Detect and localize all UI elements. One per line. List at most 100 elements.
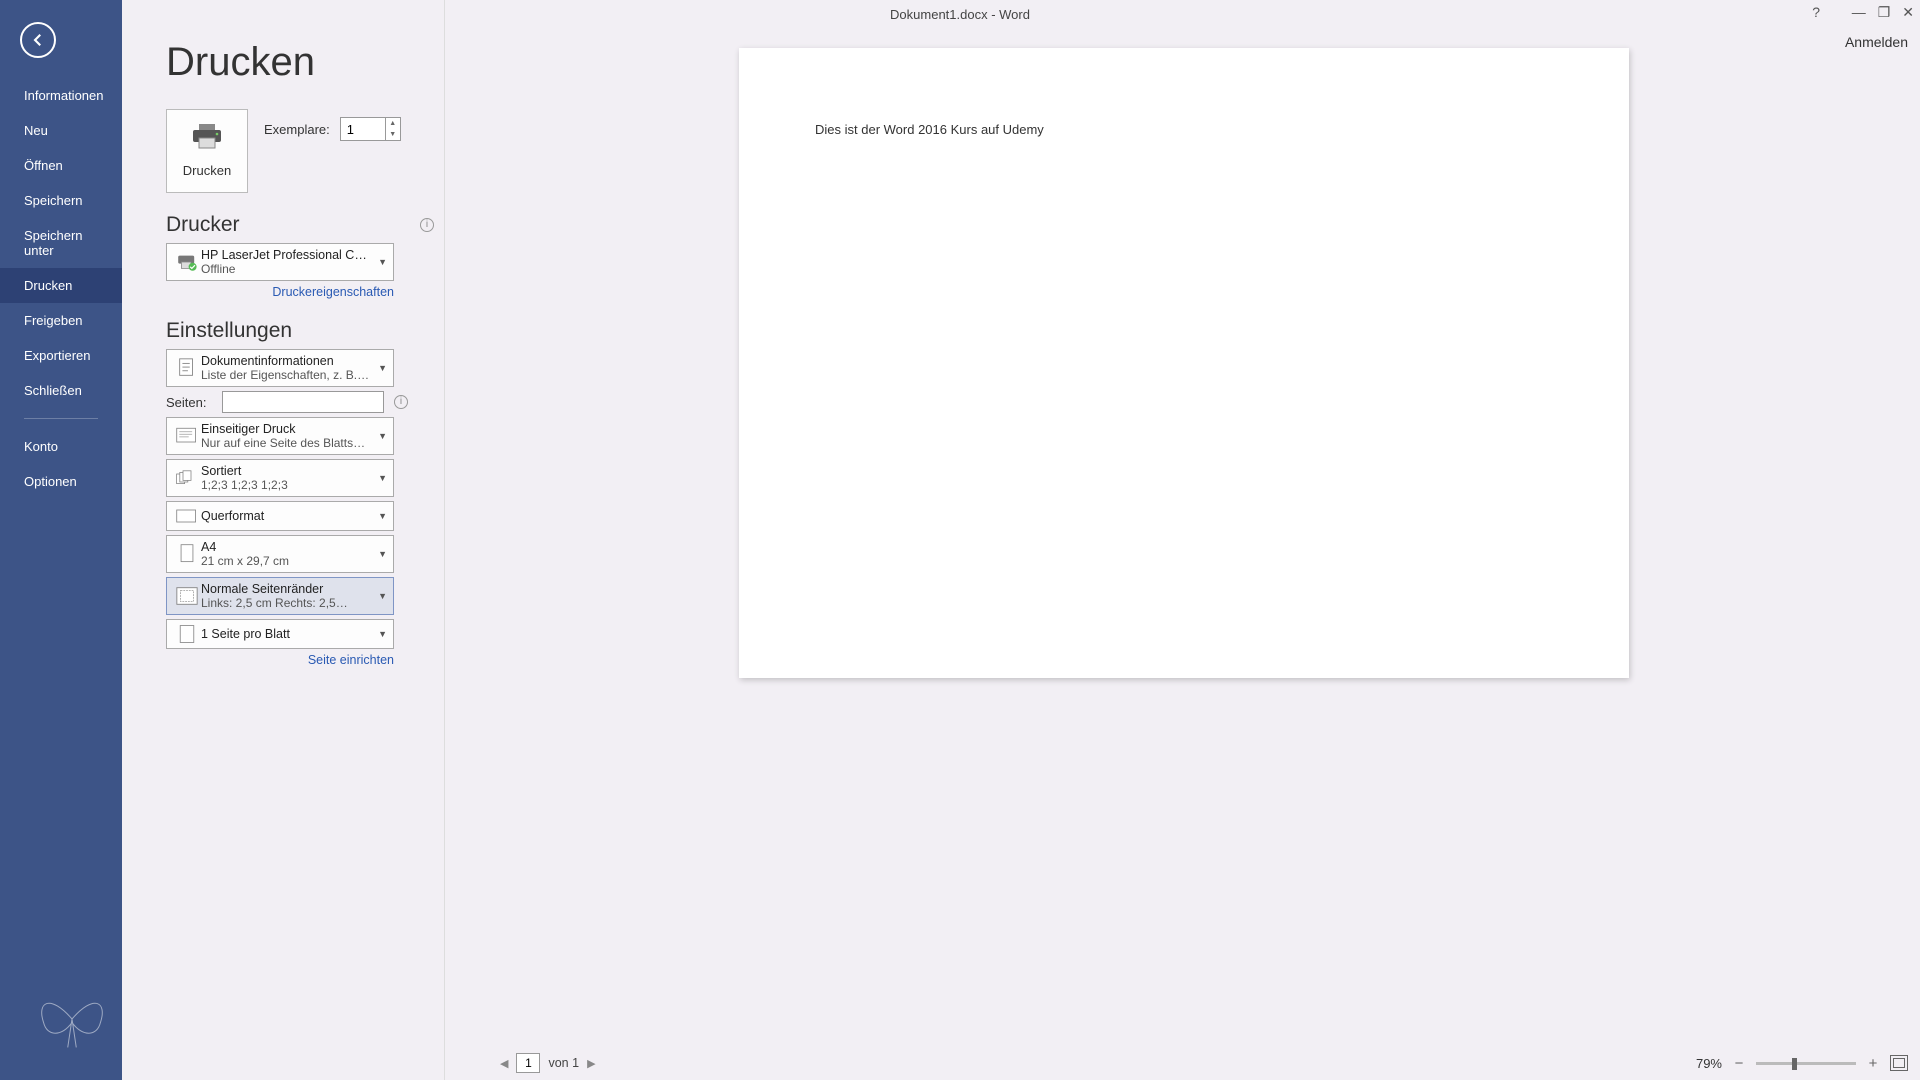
current-page-input[interactable] [516,1053,540,1073]
printer-name: HP LaserJet Professional CP… [201,248,374,262]
chevron-down-icon: ▼ [374,473,387,483]
pages-per-sheet-dropdown[interactable]: 1 Seite pro Blatt ▼ [166,619,394,649]
settings-heading: Einstellungen [166,319,292,343]
chevron-down-icon: ▼ [374,629,387,639]
nav-separator [24,418,98,419]
nav-neu[interactable]: Neu [0,113,122,148]
pages-label: Seiten: [166,395,214,410]
zoom-slider-thumb[interactable] [1792,1058,1797,1070]
nav-label: Informationen [24,88,104,103]
nav-speichern-unter[interactable]: Speichern unter [0,218,122,268]
nav-label: Optionen [24,474,77,489]
chevron-down-icon: ▼ [374,431,387,441]
printer-dropdown[interactable]: HP LaserJet Professional CP… Offline ▼ [166,243,394,281]
page-total-label: von 1 [548,1056,579,1070]
page-setup-link[interactable]: Seite einrichten [166,653,394,667]
preview-body-text: Dies ist der Word 2016 Kurs auf Udemy [815,122,1553,137]
chevron-down-icon: ▼ [374,511,387,521]
landscape-icon [173,502,201,530]
nav-label: Drucken [24,278,72,293]
printer-icon [191,124,223,155]
nav-konto[interactable]: Konto [0,429,122,464]
chevron-down-icon: ▼ [374,363,387,373]
chevron-down-icon: ▼ [374,591,387,601]
zoom-in-icon[interactable]: + [1866,1055,1880,1072]
spinner-down-icon[interactable]: ▼ [386,129,400,140]
spinner-up-icon[interactable]: ▲ [386,118,400,129]
zoom-to-page-icon[interactable] [1890,1055,1908,1071]
nav-label: Speichern [24,193,83,208]
nav-list: Informationen Neu Öffnen Speichern Speic… [0,78,122,499]
pages-input[interactable] [222,391,384,413]
page-title: Drucken [166,40,442,85]
print-settings-panel: Drucken Drucken Exemplare: ▲▼ [122,0,442,1080]
margins-line2: Links: 2,5 cm Rechts: 2,5… [201,596,374,610]
paper-size-dropdown[interactable]: A4 21 cm x 29,7 cm ▼ [166,535,394,573]
next-page-icon[interactable]: ▶ [583,1057,599,1070]
back-button[interactable] [20,22,56,58]
chevron-down-icon: ▼ [374,549,387,559]
arrow-left-icon [29,31,47,49]
paper-line1: A4 [201,540,374,554]
settings-section-head: Einstellungen [166,319,442,343]
chevron-down-icon: ▼ [374,257,387,267]
zoom-slider[interactable] [1756,1062,1856,1065]
collated-icon [173,464,201,492]
print-button-label: Drucken [183,163,231,178]
nav-label: Öffnen [24,158,63,173]
page-preview: Dies ist der Word 2016 Kurs auf Udemy [739,48,1629,678]
orientation-line1: Querformat [201,505,374,527]
info-icon[interactable]: i [420,218,434,232]
nav-label: Konto [24,439,58,454]
page-navigator: ◀ von 1 ▶ [496,1053,600,1073]
pps-line1: 1 Seite pro Blatt [201,623,374,645]
copies-spinner[interactable]: ▲▼ [340,117,401,141]
nav-optionen[interactable]: Optionen [0,464,122,499]
main-area: Drucken Drucken Exemplare: ▲▼ [122,0,1920,1080]
nav-informationen[interactable]: Informationen [0,78,122,113]
nav-speichern[interactable]: Speichern [0,183,122,218]
what-to-print-dropdown[interactable]: Dokumentinformationen Liste der Eigensch… [166,349,394,387]
printer-properties-link[interactable]: Druckereigenschaften [166,285,394,299]
paper-line2: 21 cm x 29,7 cm [201,554,374,568]
sides-dropdown[interactable]: Einseitiger Druck Nur auf eine Seite des… [166,417,394,455]
copies-input[interactable] [341,118,385,140]
margins-icon [173,582,201,610]
collation-line2: 1;2;3 1;2;3 1;2;3 [201,478,374,492]
prev-page-icon[interactable]: ◀ [496,1057,512,1070]
copies-label: Exemplare: [264,122,330,137]
document-info-icon [173,354,201,382]
nav-schliessen[interactable]: Schließen [0,373,122,408]
nav-oeffnen[interactable]: Öffnen [0,148,122,183]
print-button[interactable]: Drucken [166,109,248,193]
printer-status: Offline [201,262,374,276]
nav-drucken[interactable]: Drucken [0,268,122,303]
pages-row: Seiten: i [166,391,442,413]
copies-control: Exemplare: ▲▼ [264,117,401,141]
nav-label: Schließen [24,383,82,398]
backstage-sidebar: Informationen Neu Öffnen Speichern Speic… [0,0,122,1080]
nav-exportieren[interactable]: Exportieren [0,338,122,373]
nav-label: Exportieren [24,348,90,363]
zoom-percent: 79% [1696,1056,1722,1071]
nav-label: Speichern unter [24,228,83,258]
one-page-per-sheet-icon [173,620,201,648]
nav-label: Freigeben [24,313,83,328]
print-preview-area: Dies ist der Word 2016 Kurs auf Udemy [448,0,1920,1080]
zoom-controls: 79% − + [1696,1055,1908,1072]
info-icon[interactable]: i [394,395,408,409]
printer-heading: Drucker [166,213,240,237]
collation-dropdown[interactable]: Sortiert 1;2;3 1;2;3 1;2;3 ▼ [166,459,394,497]
what-to-print-line2: Liste der Eigenschaften, z. B.… [201,368,374,382]
one-sided-icon [173,422,201,450]
margins-dropdown[interactable]: Normale Seitenränder Links: 2,5 cm Recht… [166,577,394,615]
nav-freigeben[interactable]: Freigeben [0,303,122,338]
printer-status-icon [173,248,201,276]
sides-line2: Nur auf eine Seite des Blatts… [201,436,374,450]
collation-line1: Sortiert [201,464,374,478]
nav-label: Neu [24,123,48,138]
preview-bottom-bar: ◀ von 1 ▶ 79% − + [122,1046,1920,1080]
orientation-dropdown[interactable]: Querformat ▼ [166,501,394,531]
zoom-out-icon[interactable]: − [1732,1055,1746,1072]
what-to-print-line1: Dokumentinformationen [201,354,374,368]
